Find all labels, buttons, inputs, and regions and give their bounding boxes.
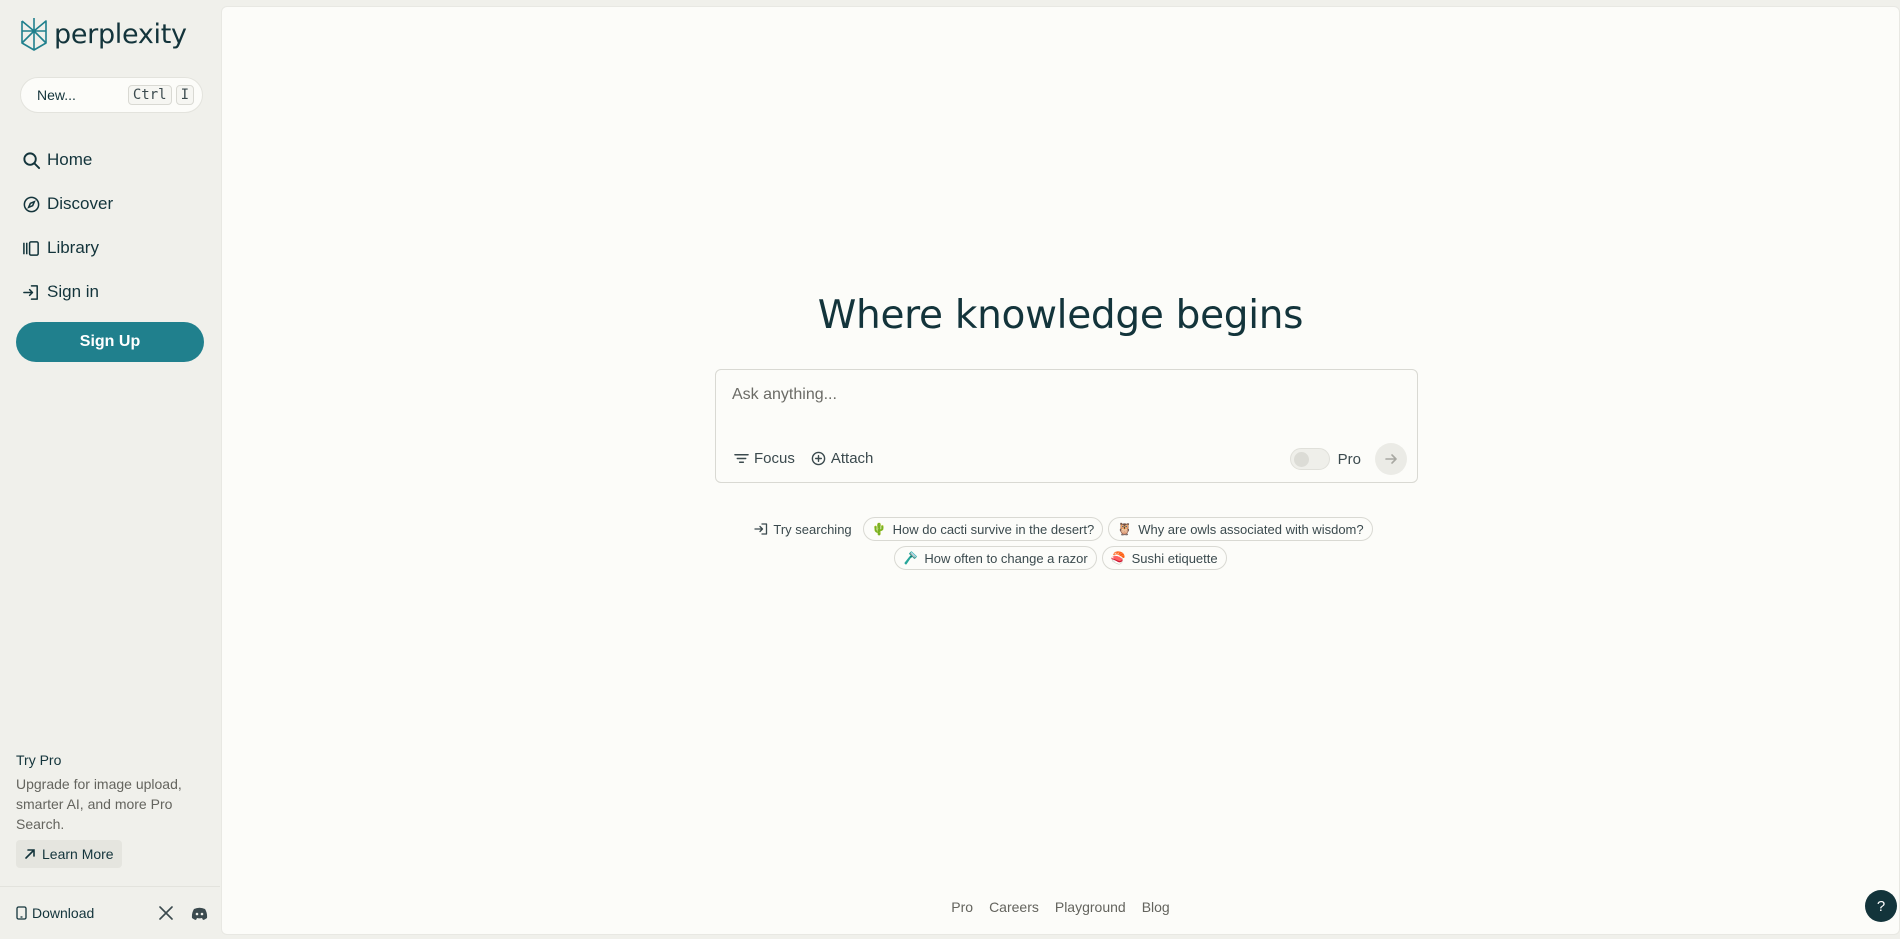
new-thread-label: New... — [37, 87, 76, 103]
suggestion-row-2: 🪒 How often to change a razor 🍣 Sushi et… — [222, 546, 1899, 570]
learn-more-label: Learn More — [42, 846, 114, 862]
sidebar: perplexity New... Ctrl I Home Discover L… — [0, 0, 220, 939]
attach-label: Attach — [830, 450, 874, 467]
brand-wordmark: perplexity — [54, 18, 187, 50]
suggestion-text: How often to change a razor — [924, 550, 1088, 566]
sidebar-item-discover[interactable]: Discover — [22, 182, 202, 226]
sidebar-footer: Download — [0, 886, 220, 939]
learn-more-button[interactable]: Learn More — [16, 840, 122, 868]
page-headline: Where knowledge begins — [817, 293, 1304, 338]
suggestion-chip-sushi[interactable]: 🍣 Sushi etiquette — [1101, 546, 1227, 570]
pro-toggle[interactable] — [1289, 448, 1330, 470]
footer-link-blog[interactable]: Blog — [1142, 899, 1170, 915]
phone-icon — [16, 906, 27, 920]
footer-links: Pro Careers Playground Blog — [222, 899, 1899, 915]
focus-label: Focus — [754, 450, 795, 467]
footer-link-pro[interactable]: Pro — [951, 899, 973, 915]
sushi-icon: 🍣 — [1110, 551, 1126, 565]
suggestion-chip-owls[interactable]: 🦉 Why are owls associated with wisdom? — [1108, 517, 1373, 541]
shortcut-ctrl: Ctrl — [127, 85, 172, 105]
sidebar-item-label: Discover — [47, 194, 114, 213]
filter-icon — [734, 454, 749, 463]
footer-link-playground[interactable]: Playground — [1055, 899, 1126, 915]
arrow-up-right-icon — [25, 849, 35, 859]
download-button[interactable]: Download — [16, 905, 159, 921]
pro-toggle-group: Pro — [1289, 448, 1361, 470]
suggestion-chip-razor[interactable]: 🪒 How often to change a razor — [894, 546, 1097, 570]
download-label: Download — [32, 905, 95, 921]
try-searching-label: Try searching — [748, 517, 857, 541]
search-icon — [23, 151, 41, 169]
sidebar-nav: Home Discover Library Sign in — [22, 138, 202, 314]
search-input[interactable] — [732, 386, 1392, 416]
library-icon — [23, 240, 39, 256]
sidebar-item-sign-in[interactable]: Sign in — [22, 270, 202, 314]
x-icon[interactable] — [159, 906, 173, 920]
new-thread-button[interactable]: New... Ctrl I — [20, 77, 203, 113]
owl-icon: 🦉 — [1117, 522, 1133, 536]
social-links — [159, 906, 208, 920]
main-panel: Where knowledge begins Focus Attach Pro — [221, 6, 1900, 935]
razor-icon: 🪒 — [903, 551, 919, 565]
suggestion-chip-cacti[interactable]: 🌵 How do cacti survive in the desert? — [862, 517, 1104, 541]
shortcut-i: I — [175, 85, 194, 105]
sidebar-item-label: Home — [47, 150, 93, 169]
suggestion-text: Sushi etiquette — [1131, 550, 1218, 566]
focus-button[interactable]: Focus — [734, 450, 795, 467]
footer-link-careers[interactable]: Careers — [989, 899, 1039, 915]
suggestions: Try searching 🌵 How do cacti survive in … — [222, 517, 1899, 575]
logo[interactable]: perplexity — [18, 16, 187, 52]
sidebar-item-library[interactable]: Library — [22, 226, 202, 270]
perplexity-logo-icon — [21, 18, 47, 51]
search-tools: Focus Attach — [734, 450, 873, 467]
compass-icon — [23, 196, 40, 212]
cactus-icon: 🌵 — [871, 522, 887, 536]
pro-label: Pro — [1337, 450, 1361, 468]
submit-button[interactable] — [1375, 443, 1407, 475]
help-button[interactable]: ? — [1865, 890, 1897, 922]
try-pro-panel: Try Pro Upgrade for image upload, smarte… — [16, 752, 206, 868]
attach-button[interactable]: Attach — [811, 450, 874, 467]
plus-circle-icon — [811, 451, 826, 466]
search-box: Focus Attach Pro — [715, 369, 1418, 483]
sidebar-item-label: Library — [47, 238, 99, 257]
suggestion-row-1: Try searching 🌵 How do cacti survive in … — [222, 517, 1899, 541]
app-root: perplexity New... Ctrl I Home Discover L… — [0, 0, 1900, 939]
try-pro-title: Try Pro — [16, 752, 62, 768]
suggestion-text: How do cacti survive in the desert? — [892, 521, 1095, 537]
sign-in-icon — [23, 284, 38, 300]
try-searching-text: Try searching — [773, 521, 852, 537]
sidebar-item-label: Sign in — [47, 282, 99, 301]
arrow-right-icon — [1385, 454, 1397, 464]
try-pro-description: Upgrade for image upload, smarter AI, an… — [16, 776, 182, 832]
arrow-into-icon — [754, 523, 768, 535]
discord-icon[interactable] — [191, 907, 208, 920]
toggle-knob — [1293, 452, 1309, 467]
suggestion-text: Why are owls associated with wisdom? — [1138, 521, 1364, 537]
sidebar-item-home[interactable]: Home — [22, 138, 202, 182]
sign-up-button[interactable]: Sign Up — [16, 322, 204, 362]
